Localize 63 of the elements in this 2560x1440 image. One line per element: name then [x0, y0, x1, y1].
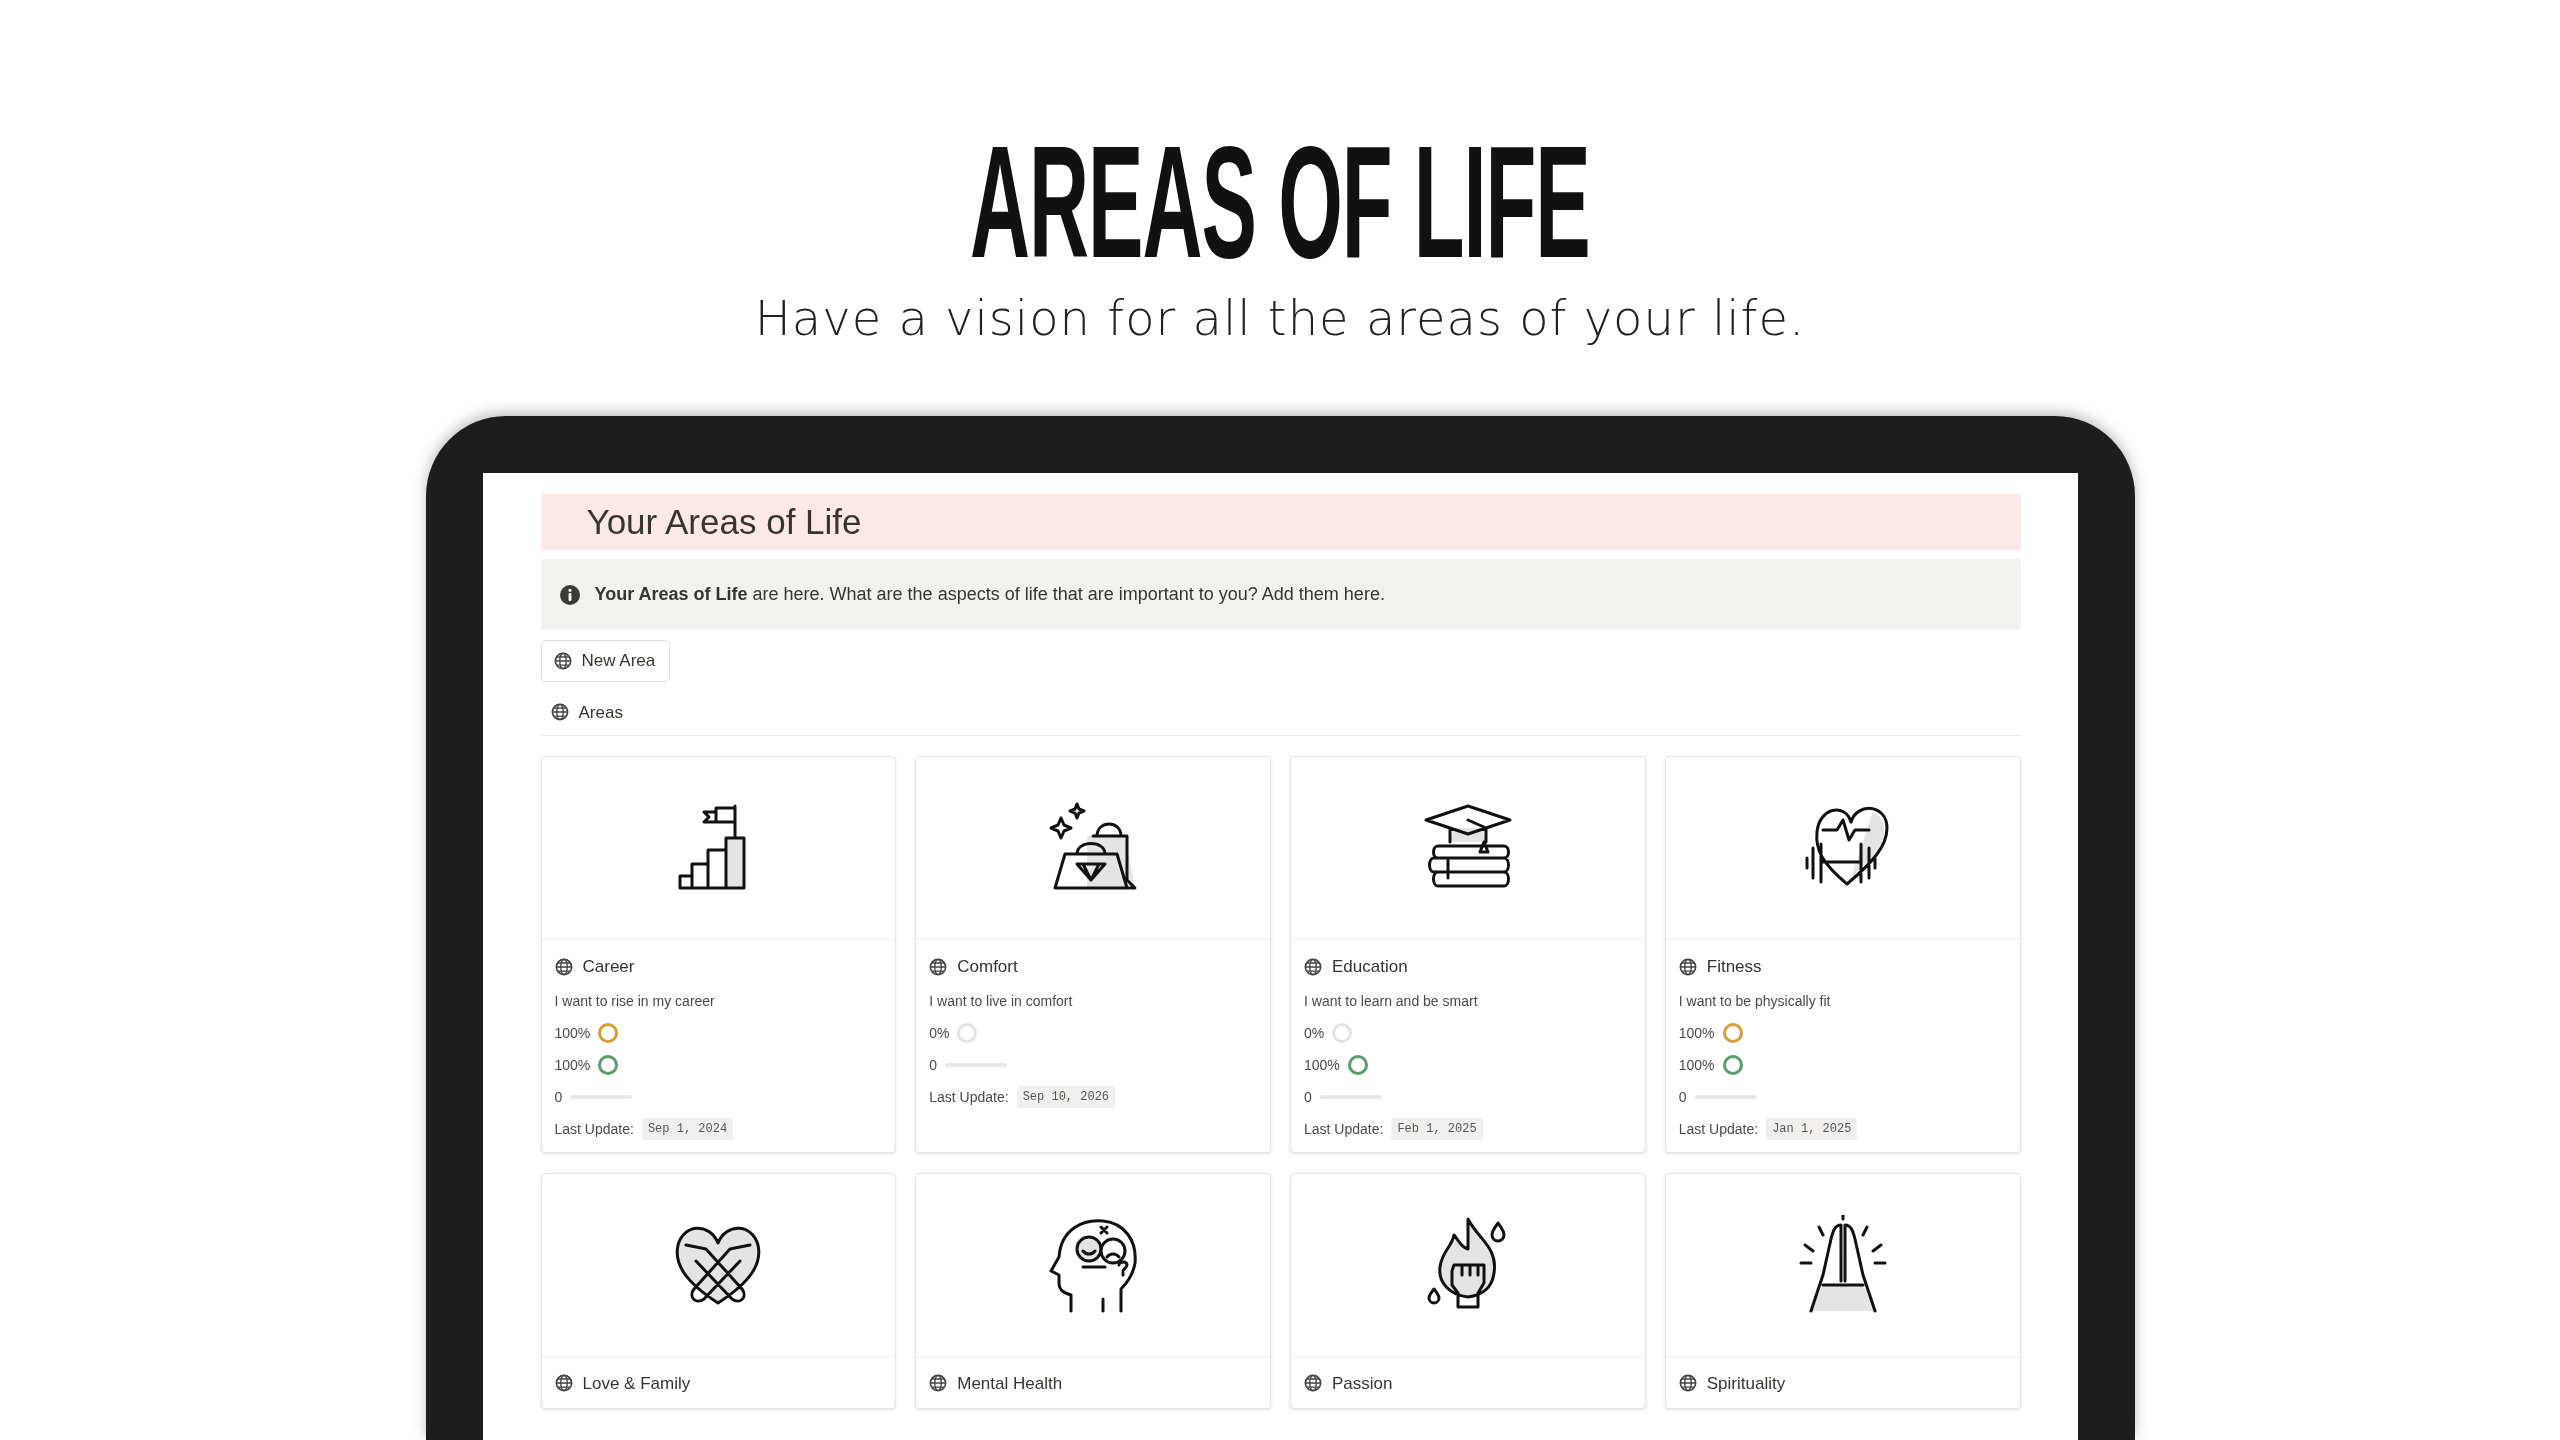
last-update-date: Sep 1, 2024 — [641, 1118, 734, 1140]
globe-icon — [929, 1374, 948, 1393]
area-card[interactable]: Comfort I want to live in comfort 0% 0 Last Update: Sep 10, 2026 — [915, 756, 1271, 1153]
area-description: I want to live in comfort — [929, 991, 1074, 1011]
progress-ring — [598, 1023, 619, 1043]
area-name: Fitness — [1706, 956, 1762, 978]
last-update-label: Last Update: — [929, 1087, 1009, 1107]
area-card[interactable]: Career I want to rise in my career 100% 100% 0 Last Update: Sep 1, 2024 — [540, 756, 897, 1153]
metric-value: 100% — [1678, 1055, 1715, 1075]
last-update-date: Sep 10, 2026 — [1016, 1086, 1116, 1108]
last-update-label: Last Update: — [554, 1119, 634, 1139]
metric-value: 0% — [929, 1023, 950, 1043]
area-name: Spirituality — [1706, 1372, 1786, 1395]
page-heading: AREAS OF LIFE — [970, 122, 1590, 282]
metric-value: 100% — [554, 1055, 591, 1075]
info-icon — [558, 583, 581, 606]
metric-value: 0 — [554, 1087, 563, 1107]
area-name: Comfort — [957, 956, 1018, 978]
area-card[interactable]: Mental Health — [915, 1172, 1271, 1409]
area-card[interactable]: Spirituality — [1664, 1172, 2021, 1409]
area-card[interactable]: Love & Family — [540, 1172, 897, 1409]
area-name: Education — [1332, 956, 1408, 978]
last-update-date: Feb 1, 2025 — [1391, 1118, 1483, 1140]
area-name: Love & Family — [582, 1372, 691, 1395]
globe-icon — [554, 957, 573, 976]
last-update-label: Last Update: — [1304, 1119, 1384, 1139]
globe-icon — [1678, 1374, 1697, 1393]
callout-text: Your Areas of Life are here. What are the aspects of life that are important to you? Add them here. — [594, 583, 1385, 606]
metric-value: 100% — [554, 1023, 591, 1043]
globe-icon — [1304, 1374, 1322, 1393]
globe-icon — [1678, 957, 1697, 976]
globe-icon — [553, 651, 572, 670]
metric-value: 100% — [1678, 1023, 1715, 1043]
area-name: Passion — [1332, 1372, 1393, 1395]
last-update-date: Jan 1, 2025 — [1766, 1118, 1858, 1140]
progress-ring — [1722, 1055, 1743, 1075]
area-card[interactable]: Passion — [1290, 1172, 1646, 1409]
globe-icon — [929, 957, 948, 976]
metric-value: 0 — [929, 1055, 938, 1075]
progress-ring — [1722, 1023, 1743, 1043]
area-description: I want to be physically fit — [1678, 991, 1832, 1011]
globe-icon — [554, 1374, 573, 1393]
globe-icon — [550, 703, 569, 722]
view-tab[interactable]: Areas — [540, 693, 633, 735]
progress-ring — [598, 1055, 619, 1075]
progress-ring — [1347, 1055, 1368, 1075]
metric-value: 0% — [1304, 1023, 1325, 1043]
progress-ring — [1332, 1023, 1353, 1043]
metric-value: 0 — [1304, 1087, 1312, 1107]
area-description: I want to rise in my career — [554, 991, 716, 1011]
progress-ring — [957, 1023, 978, 1043]
last-update-label: Last Update: — [1678, 1119, 1759, 1139]
globe-icon — [1304, 957, 1322, 976]
metric-value: 100% — [1304, 1055, 1340, 1075]
new-area-button[interactable]: New Area — [540, 640, 671, 682]
page-subheading: Have a vision for all the areas of your life. — [754, 289, 1806, 348]
area-card[interactable]: Fitness I want to be physically fit 100% 100% 0 Last Update: Jan 1, 2025 — [1664, 756, 2021, 1153]
area-description: I want to learn and be smart — [1304, 991, 1479, 1011]
area-card[interactable]: Education I want to learn and be smart 0% 100% 0 Last Update: Feb 1, 2025 — [1290, 756, 1646, 1153]
area-name: Mental Health — [957, 1372, 1063, 1395]
metric-value: 0 — [1678, 1087, 1687, 1107]
page-title: Your Areas of Life — [540, 494, 2021, 550]
area-name: Career — [582, 956, 635, 978]
